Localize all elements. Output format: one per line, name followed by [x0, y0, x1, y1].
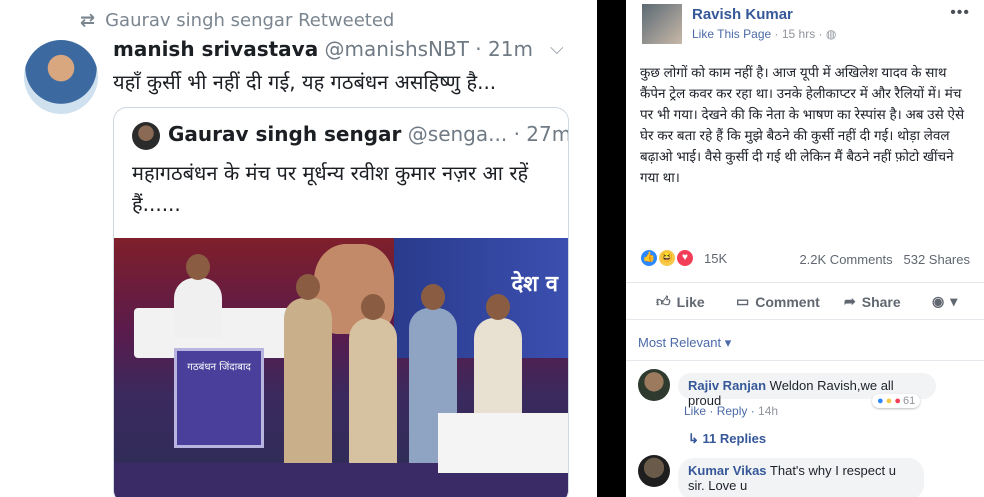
tweet-time[interactable]: · 21m [475, 37, 533, 61]
love-reaction-icon: ♥ [676, 249, 694, 267]
more-options-icon[interactable]: ••• [950, 4, 970, 22]
comment-bubble: Kumar Vikas That's why I respect u sir. … [678, 458, 924, 497]
post-time[interactable]: · 15 hrs · [775, 27, 823, 41]
view-replies-link[interactable]: ↳ 11 Replies [688, 431, 766, 447]
comment-button[interactable]: ▭ Comment [736, 293, 820, 310]
share-button[interactable]: ➦ Share [844, 293, 901, 310]
chevron-down-icon[interactable]: ⌵ [550, 38, 564, 59]
retweet-icon: ⇄ [80, 10, 96, 31]
like-button[interactable]: 👍︎ Like [656, 293, 705, 310]
quoted-author-line: Gaurav singh sengar @senga... · 27m [168, 122, 569, 146]
retweet-label[interactable]: Gaurav singh sengar Retweeted [105, 10, 394, 31]
reply-arrow-icon: ↳ [688, 431, 699, 446]
photo-table [438, 413, 568, 473]
post-text: कुछ लोगों को काम नहीं है। आज यूपी में अख… [640, 65, 965, 185]
page-avatar[interactable] [642, 4, 682, 44]
comment-button-label: Comment [755, 293, 820, 310]
author-avatar[interactable] [24, 40, 98, 114]
quoted-author-name: Gaurav singh sengar [168, 122, 402, 146]
comment-reply-link[interactable]: Reply [717, 404, 748, 418]
love-reaction-icon: ● [894, 395, 901, 407]
quoted-tweet-time: · 27m [513, 122, 569, 146]
author-name[interactable]: manish srivastava [113, 37, 318, 61]
like-button-label: Like [676, 293, 705, 310]
like-reaction-icon: ● [877, 395, 884, 407]
post-actions-bar: 👍︎ Like ▭ Comment ➦ Share ◉ ▾ [626, 282, 984, 320]
like-page-link[interactable]: Like This Page [692, 27, 771, 41]
photo-banner-text: देश व [511, 272, 558, 297]
comment-time[interactable]: 14h [758, 404, 778, 418]
commenter-name[interactable]: Rajiv Ranjan [688, 378, 766, 393]
comments-count[interactable]: 2.2K Comments [799, 252, 892, 267]
thumbs-up-icon: 👍︎ [656, 293, 671, 309]
engagement-counts: 2.2K Comments 532 Shares [799, 252, 970, 267]
comment-icon: ▭ [736, 293, 750, 309]
commenter-avatar[interactable] [638, 369, 670, 401]
quoted-author-handle: @senga... [407, 122, 508, 146]
share-button-label: Share [861, 293, 901, 310]
post-as-selector[interactable]: ◉ ▾ [932, 293, 957, 310]
commenter-name[interactable]: Kumar Vikas [688, 463, 767, 478]
page-name[interactable]: Ravish Kumar [692, 6, 793, 23]
profile-icon: ◉ [932, 293, 945, 309]
photo-person [284, 274, 332, 468]
tweet-author-line: manish srivastava @manishsNBT · 21m [113, 37, 533, 61]
reactions-count: 15K [704, 250, 728, 266]
quoted-tweet-text: महागठबंधन के मंच पर मूर्धन्य रवीश कुमार … [132, 161, 529, 216]
shares-count[interactable]: 532 Shares [904, 252, 971, 267]
globe-icon: ◍ [825, 27, 837, 41]
comment-like-link[interactable]: Like [684, 404, 706, 418]
like-reaction-icon: 👍 [640, 249, 658, 267]
facebook-post: Ravish Kumar Like This Page · 15 hrs · ◍… [626, 0, 984, 497]
photo-podium-board: गठबंधन जिंदाबाद [174, 348, 264, 448]
commenter-avatar[interactable] [638, 455, 670, 487]
chevron-down-icon: ▾ [950, 293, 958, 309]
post-meta: Like This Page · 15 hrs · ◍ [692, 27, 836, 41]
quoted-tweet[interactable]: Gaurav singh sengar @senga... · 27m महाग… [113, 107, 569, 497]
tweet-text: यहाँ कुर्सी भी नहीं दी गई, यह गठबंधन असह… [113, 70, 497, 94]
photo-person [349, 294, 397, 478]
comment-reactions[interactable]: ● ● ● 61 [872, 394, 921, 408]
comment-meta: Like · Reply · 14h [684, 404, 779, 418]
reactions-summary[interactable]: 👍 😆 ♥ 15K [640, 249, 727, 267]
author-handle[interactable]: @manishsNBT [325, 37, 469, 61]
tweet-card: ⇄ Gaurav singh sengar Retweeted manish s… [0, 0, 597, 497]
retweet-indicator: ⇄ Gaurav singh sengar Retweeted [80, 10, 394, 31]
quoted-author-avatar [132, 122, 160, 150]
comment-sort-dropdown[interactable]: Most Relevant ▾ [638, 335, 731, 351]
photo-person [174, 254, 222, 338]
haha-reaction-icon: ● [885, 395, 893, 407]
divider [626, 360, 984, 361]
replies-count: 11 Replies [702, 431, 767, 446]
share-arrow-icon: ➦ [844, 293, 856, 309]
haha-reaction-icon: 😆 [658, 249, 676, 267]
comment-reaction-count: 61 [902, 395, 916, 407]
quoted-tweet-photo[interactable]: देश व गठबंधन जिंदाबाद [114, 238, 568, 497]
